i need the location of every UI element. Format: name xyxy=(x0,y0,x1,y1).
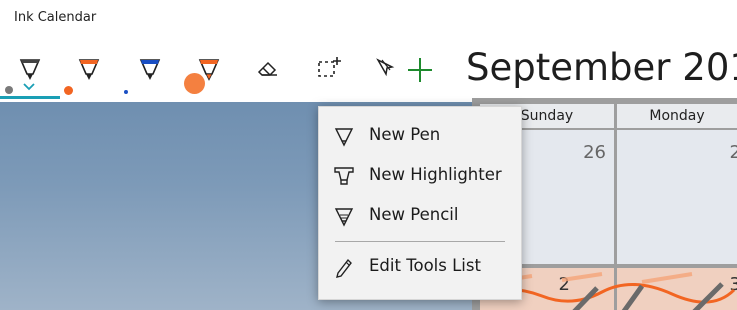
pen-color-dot xyxy=(184,73,205,94)
pen-icon xyxy=(19,59,41,80)
pen-color-dot xyxy=(64,86,73,95)
menu-item-new-pen[interactable]: New Pen xyxy=(319,117,521,153)
pen-color-dot xyxy=(5,86,13,94)
add-tool-button[interactable] xyxy=(403,52,439,96)
edit-pencil-icon xyxy=(336,258,352,278)
add-icon xyxy=(408,58,432,82)
pen-color-dot xyxy=(124,90,128,94)
menu-item-label: New Pen xyxy=(369,125,441,144)
menu-separator xyxy=(335,241,505,242)
calendar-day-cell[interactable]: 2 xyxy=(617,130,737,264)
menu-item-new-pencil[interactable]: New Pencil xyxy=(319,197,521,233)
lasso-select-icon xyxy=(318,57,341,77)
pencil-icon xyxy=(334,208,354,227)
pen-icon xyxy=(139,59,161,80)
selected-tool-indicator xyxy=(0,96,60,99)
menu-item-new-highlighter[interactable]: New Highlighter xyxy=(319,157,521,193)
day-header-monday: Monday xyxy=(617,104,737,128)
touch-writing-tool[interactable] xyxy=(370,52,406,96)
month-title: September 2018 xyxy=(466,46,737,89)
orange-pencil-tool[interactable] xyxy=(184,52,227,96)
day-number: 2 xyxy=(729,142,737,163)
window-title: Ink Calendar xyxy=(14,10,97,25)
chevron-down-icon[interactable] xyxy=(23,83,35,91)
title-bar: Ink Calendar xyxy=(0,0,737,40)
pen-icon xyxy=(78,59,100,80)
day-number: 26 xyxy=(583,142,606,163)
menu-item-label: New Pencil xyxy=(369,205,459,224)
ink-toolbar: September 2018 xyxy=(0,40,737,102)
eraser-tool[interactable] xyxy=(253,52,289,96)
touch-writing-icon xyxy=(376,58,395,77)
app-window: Ink Calendar September 20 Sunday Monday … xyxy=(0,0,737,310)
eraser-icon xyxy=(257,61,277,76)
lasso-select-tool[interactable] xyxy=(313,52,349,96)
menu-item-label: New Highlighter xyxy=(369,165,502,184)
add-tool-menu: New Pen New Highlighter New Pencil Edit … xyxy=(318,106,522,300)
highlighter-icon xyxy=(334,167,354,185)
blue-pen-tool[interactable] xyxy=(124,52,168,96)
menu-item-label: Edit Tools List xyxy=(369,256,481,275)
orange-pen-tool[interactable] xyxy=(64,52,107,96)
menu-item-edit-tools-list[interactable]: Edit Tools List xyxy=(319,248,521,284)
pen-icon xyxy=(334,128,354,147)
